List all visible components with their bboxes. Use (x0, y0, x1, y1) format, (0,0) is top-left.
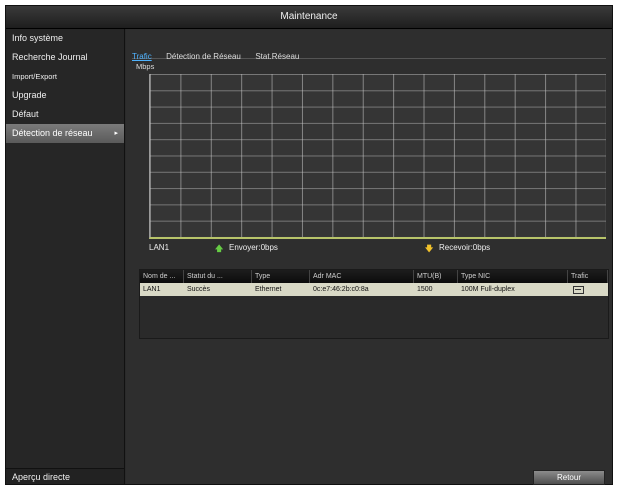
main-panel: Trafic Détection de Réseau Stat.Réseau M… (126, 29, 612, 485)
column-header[interactable]: MTU(B) (414, 270, 458, 283)
sidebar-item-detection-de-reseau[interactable]: Détection de réseau ▸ (6, 124, 124, 143)
sidebar-item-import-export[interactable]: Import/Export (6, 67, 124, 86)
tab-detection-de-reseau[interactable]: Détection de Réseau (166, 52, 241, 61)
column-header[interactable]: Type NIC (458, 270, 568, 283)
tab-stat-reseau[interactable]: Stat.Réseau (255, 52, 299, 61)
table-cell: 1500 (417, 286, 433, 293)
sidebar-item-defaut[interactable]: Défaut (6, 105, 124, 124)
window-title: Maintenance (6, 6, 612, 29)
sidebar: Info système Recherche Journal Import/Ex… (6, 29, 125, 484)
column-header[interactable]: Nom de ... (140, 270, 184, 283)
sidebar-item-upgrade[interactable]: Upgrade (6, 86, 124, 105)
table-cell: Succès (187, 286, 210, 293)
column-header[interactable]: Statut du ... (184, 270, 252, 283)
table-cell: Ethernet (255, 286, 282, 293)
tab-trafic[interactable]: Trafic (132, 52, 152, 61)
maintenance-window: Maintenance Info système Recherche Journ… (5, 5, 613, 485)
retour-button[interactable]: Retour (533, 470, 605, 485)
table-cell (568, 283, 608, 296)
column-header[interactable]: Trafic (568, 270, 608, 283)
legend-interface: LAN1 (149, 243, 170, 252)
column-header[interactable]: Adr MAC (310, 270, 414, 283)
graph-unit-label: Mbps (136, 62, 155, 71)
sidebar-item-recherche-journal[interactable]: Recherche Journal (6, 48, 124, 67)
graph-legend: LAN1 🡅 Envoyer:0bps 🡇 Recevoir:0bps (149, 243, 609, 255)
live-view-button[interactable]: Aperçu directe (6, 468, 124, 484)
table-cell: 0c:e7:46:2b:c0:8a (313, 286, 369, 293)
table-cell: LAN1 (143, 286, 161, 293)
chevron-right-icon: ▸ (114, 130, 118, 137)
arrow-down-icon: 🡇 (425, 244, 434, 253)
legend-receive: Recevoir:0bps (439, 243, 491, 252)
arrow-up-icon: 🡅 (215, 244, 224, 253)
traffic-graph (149, 74, 606, 239)
legend-send: Envoyer:0bps (229, 243, 278, 252)
table-header: Nom de ... Statut du ... Type Adr MAC MT… (140, 270, 608, 283)
sidebar-item-label: Détection de réseau (12, 128, 93, 138)
table-row[interactable]: LAN1 Succès Ethernet 0c:e7:46:2b:c0:8a 1… (140, 283, 608, 296)
tab-bar: Trafic Détection de Réseau Stat.Réseau (132, 46, 606, 61)
traffic-chart-icon[interactable] (573, 286, 584, 294)
sidebar-item-info-systeme[interactable]: Info système (6, 29, 124, 48)
network-interface-table: Nom de ... Statut du ... Type Adr MAC MT… (139, 269, 609, 339)
table-cell: 100M Full-duplex (461, 286, 515, 293)
column-header[interactable]: Type (252, 270, 310, 283)
